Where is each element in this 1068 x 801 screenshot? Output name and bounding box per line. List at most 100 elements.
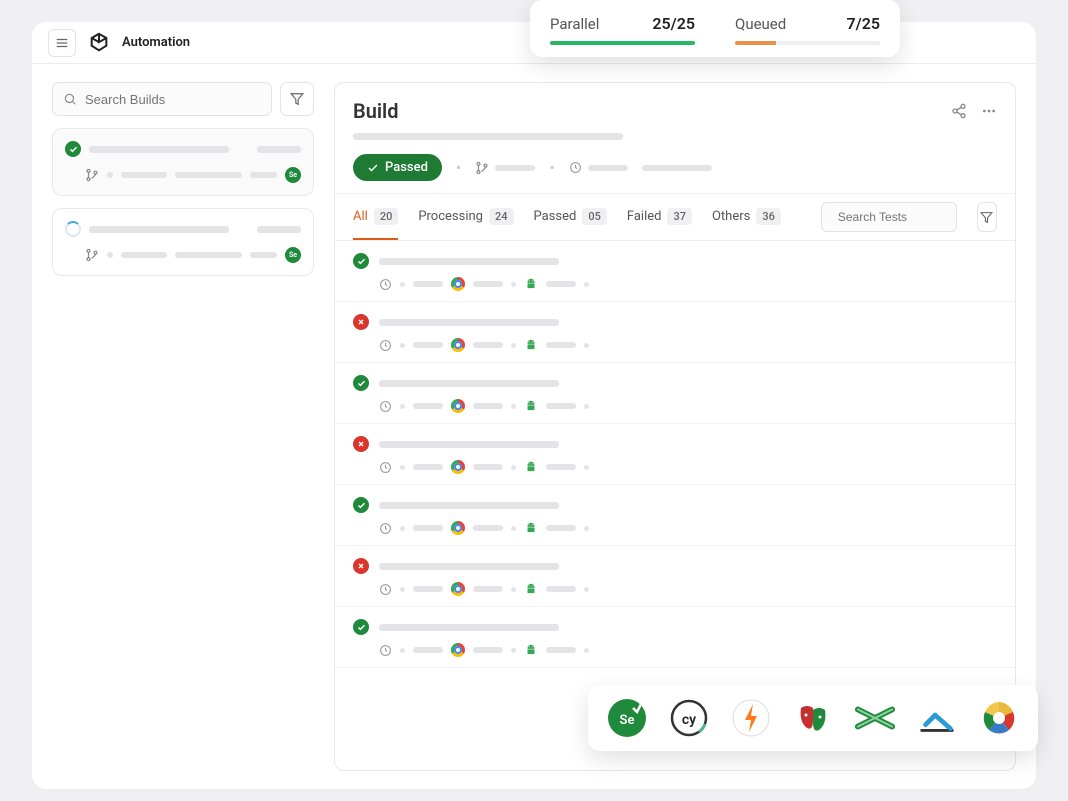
playwright-icon[interactable] [792,697,834,739]
app-title: Automation [122,35,190,50]
placeholder [89,226,229,233]
tab-count: 05 [582,208,607,225]
filter-builds-button[interactable] [280,82,314,116]
android-icon [524,521,538,535]
clock-icon [569,161,582,174]
testcafe-icon[interactable] [854,697,896,739]
search-tests-box[interactable] [821,202,957,232]
tab-passed[interactable]: Passed 05 [534,195,607,240]
chrome-icon [451,582,465,596]
test-item[interactable] [335,546,1015,607]
placeholder [413,647,443,653]
placeholder [413,525,443,531]
test-item[interactable] [335,424,1015,485]
queue-panel: Parallel 25/25 Queued 7/25 [530,0,900,57]
queued-bar [735,41,880,45]
test-item[interactable] [335,302,1015,363]
placeholder [400,465,405,470]
main: Se Se [32,64,1036,789]
placeholder [175,172,242,178]
placeholder [257,226,301,233]
chrome-icon [451,643,465,657]
placeholder [473,342,503,348]
placeholder [511,526,516,531]
placeholder [584,587,589,592]
placeholder [584,648,589,653]
katalon-icon[interactable] [916,697,958,739]
tab-others[interactable]: Others 36 [712,195,781,240]
search-builds-input[interactable] [85,92,261,107]
placeholder [379,502,559,509]
status-pass-icon [353,619,369,635]
placeholder [400,404,405,409]
build-card[interactable]: Se [52,128,314,196]
placeholder [121,252,167,258]
queued-value: 7/25 [846,14,880,33]
selenium-icon[interactable]: Se [606,697,648,739]
placeholder [413,586,443,592]
menu-icon [55,36,69,50]
menu-button[interactable] [48,29,76,57]
tab-label: Passed [534,209,577,224]
clock-icon [379,583,392,596]
placeholder [413,281,443,287]
branch-icon [85,168,99,182]
more-icon[interactable] [981,103,997,119]
filter-tests-button[interactable] [977,202,997,232]
placeholder [495,165,535,171]
placeholder [511,282,516,287]
app-logo-icon [88,32,110,54]
placeholder [379,319,559,326]
placeholder [511,587,516,592]
placeholder [413,464,443,470]
page-title: Build [353,99,399,123]
chrome-icon [451,521,465,535]
test-item[interactable] [335,241,1015,302]
placeholder [379,380,559,387]
tab-count: 36 [756,208,781,225]
search-tests-input[interactable] [838,210,993,224]
status-fail-icon [353,314,369,330]
search-builds-box[interactable] [52,82,272,116]
test-item[interactable] [335,363,1015,424]
placeholder [473,403,503,409]
queued-label: Queued [735,15,786,33]
placeholder [400,526,405,531]
tab-label: Others [712,209,750,224]
placeholder [546,342,576,348]
chrome-icon [451,460,465,474]
build-card[interactable]: Se [52,208,314,276]
placeholder [584,343,589,348]
cypress-icon[interactable]: cy [668,697,710,739]
status-pill-label: Passed [385,160,428,175]
status-pill: Passed [353,154,442,181]
clock-icon [379,339,392,352]
tab-all[interactable]: All20 [353,195,398,240]
android-icon [524,582,538,596]
placeholder [546,403,576,409]
parallel-bar [550,41,695,45]
placeholder [379,624,559,631]
placeholder [588,165,628,171]
placeholder [107,252,113,258]
placeholder [511,465,516,470]
check-icon [367,162,379,174]
status-fail-icon [353,558,369,574]
placeholder [584,282,589,287]
colorwheel-icon[interactable] [978,697,1020,739]
tab-processing[interactable]: Processing24 [418,195,513,240]
placeholder [546,586,576,592]
status-pass-icon [65,141,81,157]
test-item[interactable] [335,485,1015,546]
share-icon[interactable] [951,103,967,119]
tab-failed[interactable]: Failed37 [627,195,692,240]
placeholder [546,647,576,653]
bolt-icon[interactable] [730,697,772,739]
tab-label: Failed [627,209,662,224]
status-pass-icon [353,253,369,269]
placeholder [642,165,712,171]
placeholder [473,464,503,470]
parallel-label: Parallel [550,15,599,33]
test-item[interactable] [335,607,1015,668]
content-header: Build Passed • [335,83,1015,194]
